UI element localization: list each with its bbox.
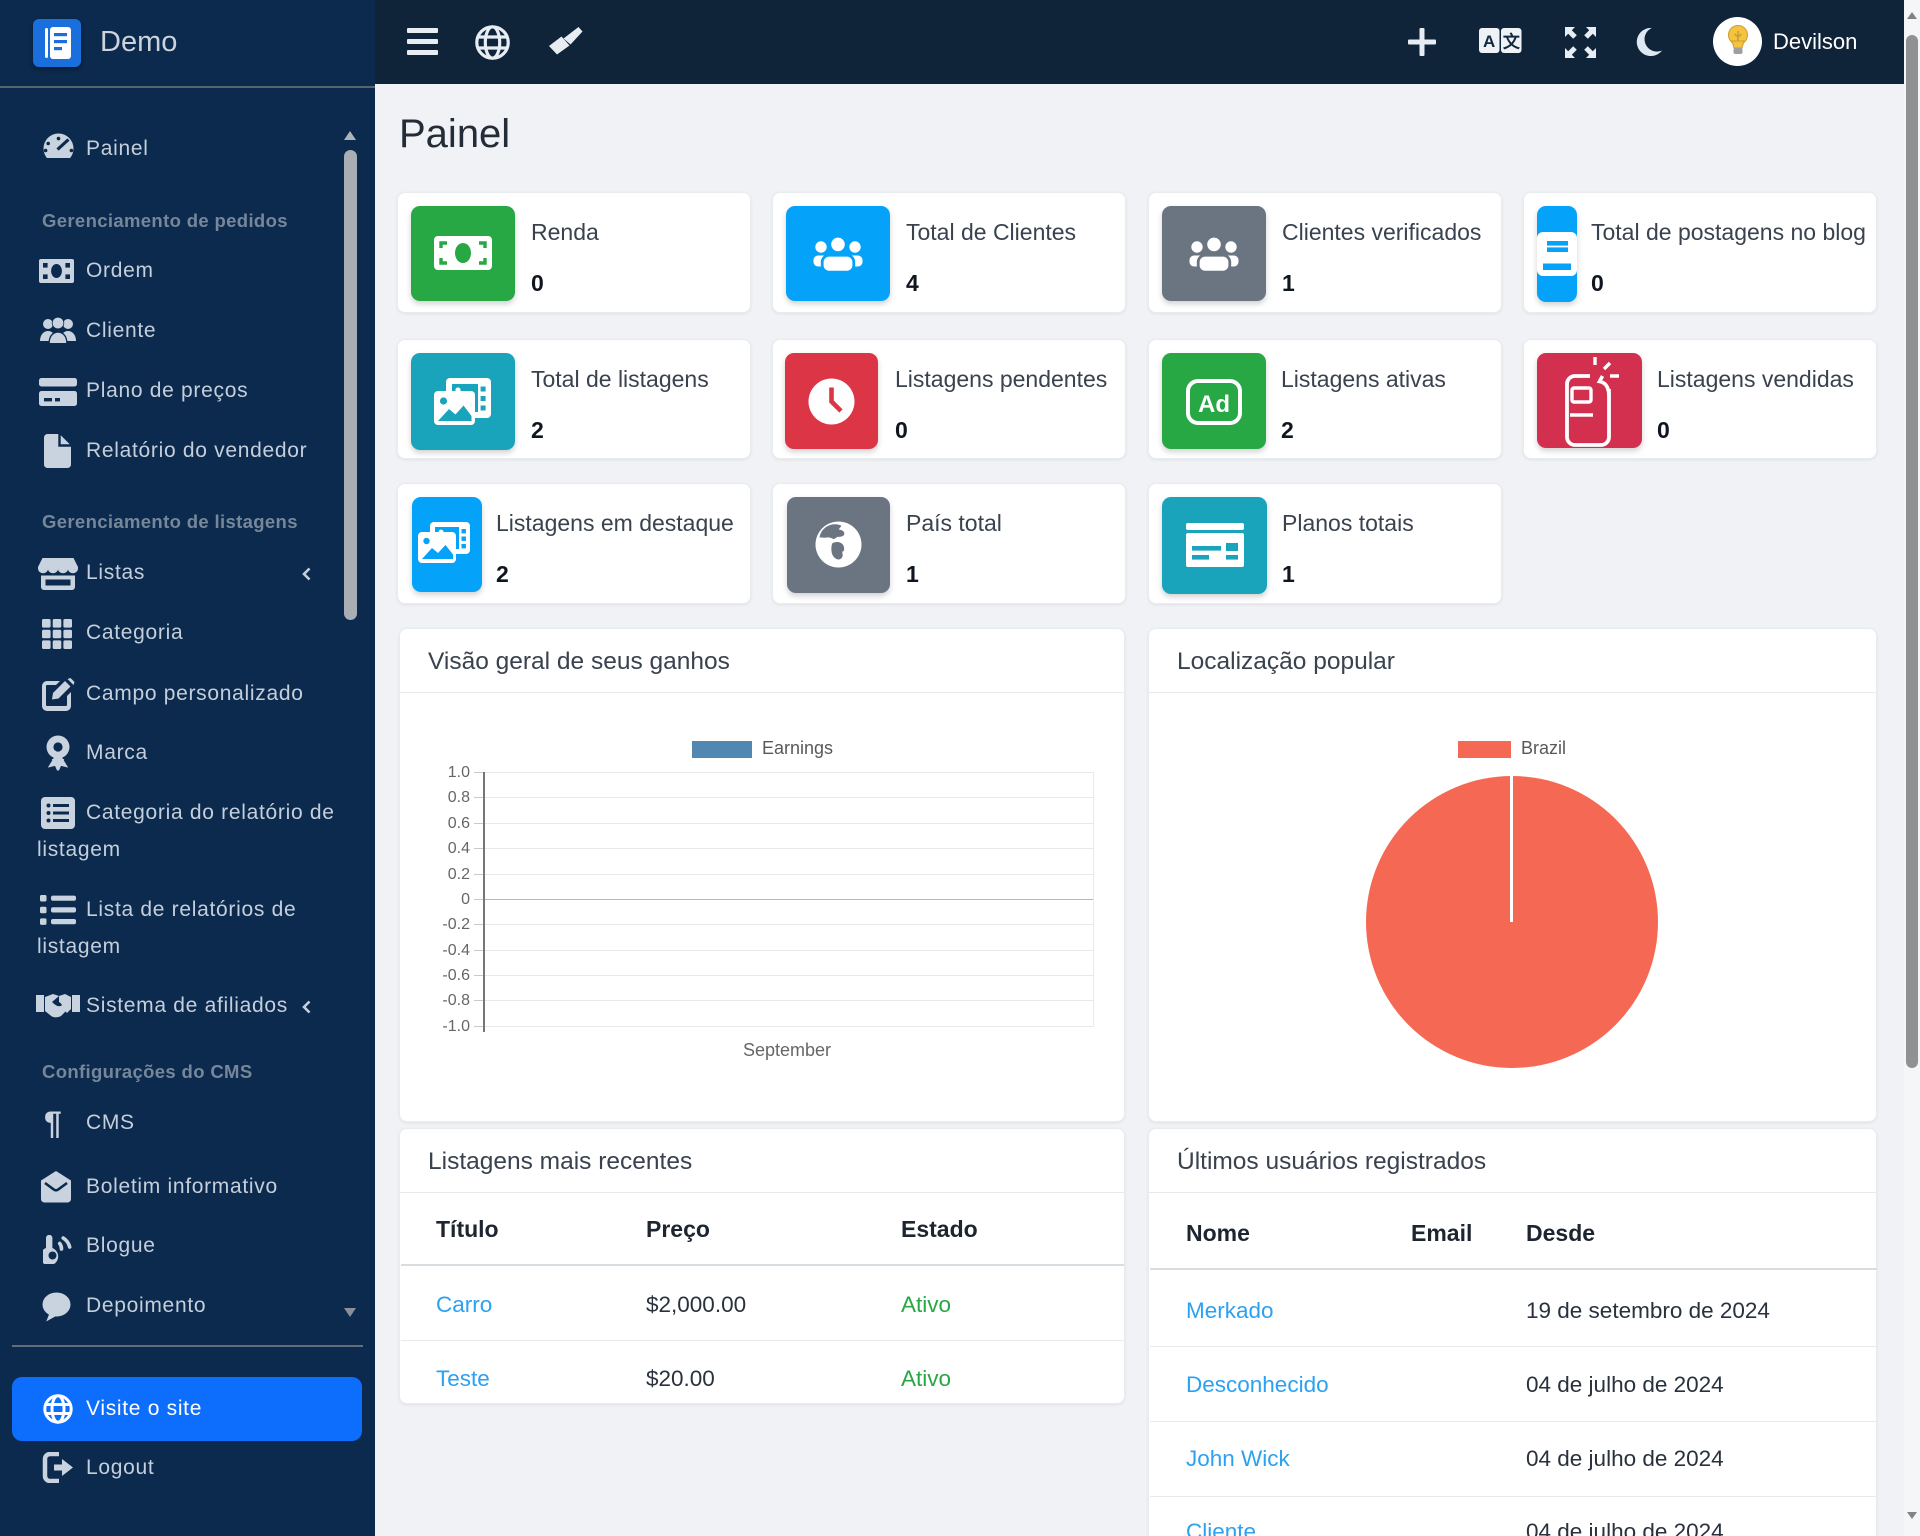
svg-text:文: 文: [1503, 32, 1521, 52]
svg-text:Ad: Ad: [1198, 391, 1230, 418]
svg-text:A: A: [1483, 32, 1495, 51]
